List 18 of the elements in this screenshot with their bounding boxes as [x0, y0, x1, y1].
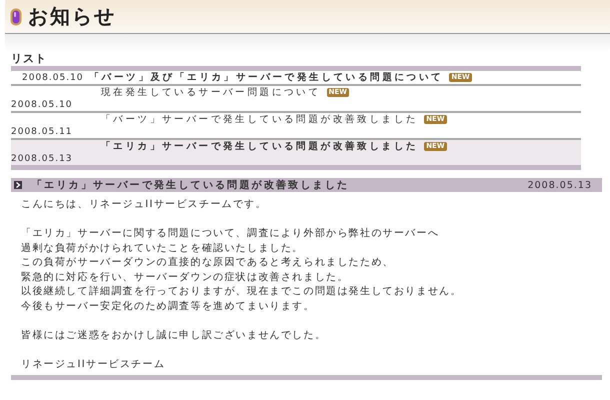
page-title: お知らせ	[28, 3, 116, 30]
article-title: 「エリカ」サーバーで発生している問題が改善致しました	[32, 178, 350, 192]
news-date: 2008.05.10	[11, 100, 73, 110]
news-title: 「バーツ」サーバーで発生している問題が改善致しました	[101, 113, 418, 126]
paragraph: 皆様にはご迷惑をおかけし誠に申し訳ございませんでした。	[21, 328, 328, 342]
news-date: 2008.05.10	[22, 72, 84, 82]
news-date: 2008.05.13	[11, 154, 73, 164]
arrow-icon	[14, 181, 22, 189]
gem-icon	[10, 8, 22, 26]
article-date: 2008.05.13	[528, 180, 592, 190]
news-title: 「バーツ」及び「エリカ」サーバーで発生している問題について	[90, 71, 444, 84]
news-date: 2008.05.11	[11, 127, 73, 137]
paragraph: 「エリカ」サーバーに関する問題について、調査により外部から弊社のサーバーへ 過剰な負荷がかけられていたことを確認いたしました。 この負荷がサーバーダウンの直接的な原因であると考えられましたため、 緊急的に対応を行い、サーバーダウンの症状は改善されました。 以後継続して詳細調査を行っておりますが、現在までこの問題は発生しておりません。 今後もサーバー安定化のため調査等を進めてまいります。	[21, 227, 463, 314]
news-title: 「エリカ」サーバーで発生している問題が改善致しました	[101, 140, 418, 153]
section-heading: リスト	[11, 52, 48, 66]
paragraph: こんにちは、リネージュIIサービスチームです。	[21, 198, 268, 212]
paragraph: リネージュIIサービスチーム	[21, 358, 166, 372]
news-title: 現在発生しているサーバー問題について	[101, 86, 321, 99]
